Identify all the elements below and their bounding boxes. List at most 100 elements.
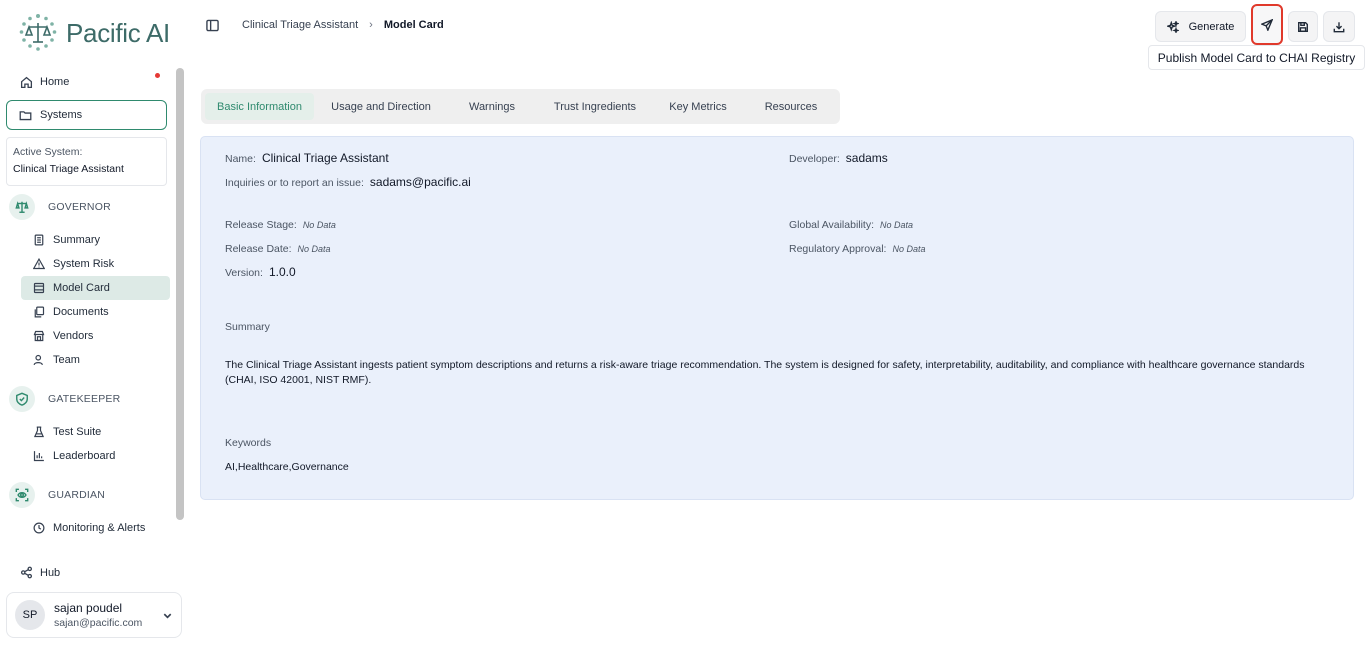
sidebar-item-summary[interactable]: Summary [21, 228, 170, 252]
sidebar-item-label: Hub [40, 566, 61, 579]
document-icon [34, 234, 44, 246]
field-release-date: Release Date: No Data [225, 243, 331, 255]
sidebar-item-team[interactable]: Team [21, 348, 170, 372]
field-version: Version: 1.0.0 [225, 265, 296, 279]
sidebar-item-label: Home [40, 76, 70, 88]
sidebar-item-label: System Risk [53, 258, 115, 270]
keywords-label: Keywords [225, 437, 272, 449]
field-value: No Data [302, 220, 336, 230]
publish-tooltip: Publish Model Card to CHAI Registry [1148, 45, 1365, 70]
model-card-panel: Name: Clinical Triage Assistant Develope… [200, 136, 1354, 500]
keywords-text: AI,Healthcare,Governance [225, 461, 349, 473]
bar-chart-icon [33, 451, 44, 462]
sidebar-item-label: Vendors [53, 330, 94, 342]
toggle-sidebar-icon[interactable] [206, 19, 219, 32]
tab-resources[interactable]: Resources [745, 93, 837, 120]
field-value: Clinical Triage Assistant [261, 151, 389, 165]
sidebar-item-model-card[interactable]: Model Card [21, 276, 170, 300]
active-system-label: Active System: [13, 146, 83, 158]
sidebar-item-documents[interactable]: Documents [21, 300, 170, 324]
sidebar-scrollbar[interactable] [176, 68, 184, 520]
flask-icon [33, 426, 45, 438]
field-value: No Data [892, 244, 926, 254]
logo-emblem-icon [19, 14, 57, 51]
breadcrumb-current: Model Card [383, 19, 444, 31]
share-icon [20, 566, 33, 579]
sidebar-item-monitoring-alerts[interactable]: Monitoring & Alerts [21, 516, 170, 540]
sidebar-item-label: Team [53, 354, 80, 366]
breadcrumb-parent[interactable]: Clinical Triage Assistant [242, 19, 358, 31]
sidebar-item-label: Summary [53, 234, 101, 246]
avatar: SP [15, 600, 45, 630]
tab-trust-ingredients[interactable]: Trust Ingredients [539, 93, 651, 120]
field-name: Name: Clinical Triage Assistant [225, 151, 389, 165]
breadcrumb-separator-icon: › [369, 19, 373, 31]
sidebar-item-label: Model Card [53, 282, 110, 294]
sidebar-item-hub[interactable]: Hub [20, 566, 60, 579]
tab-key-metrics[interactable]: Key Metrics [659, 93, 737, 120]
chevron-down-icon[interactable] [162, 610, 173, 621]
tab-warnings[interactable]: Warnings [453, 93, 531, 120]
shield-check-icon [9, 386, 35, 412]
download-button[interactable] [1323, 11, 1355, 42]
files-icon [34, 306, 45, 318]
section-title: GATEKEEPER [48, 393, 121, 405]
sidebar-item-label: Leaderboard [53, 450, 116, 462]
section-title: GOVERNOR [48, 201, 111, 213]
sparkles-icon [1166, 20, 1179, 33]
field-label: Release Date: [225, 243, 292, 255]
user-icon [33, 354, 43, 366]
sidebar-item-system-risk[interactable]: System Risk [21, 252, 170, 276]
section-title: GUARDIAN [48, 489, 106, 501]
sidebar-item-home[interactable]: Home [20, 75, 165, 89]
user-name: sajan poudel [54, 601, 123, 615]
tab-usage-and-direction[interactable]: Usage and Direction [317, 93, 445, 120]
clock-icon [33, 522, 45, 534]
field-label: Version: [225, 267, 263, 279]
generate-label: Generate [1188, 20, 1235, 33]
field-label: Global Availability: [789, 219, 875, 231]
logo-text: Pacific AI [66, 17, 170, 48]
sidebar-item-vendors[interactable]: Vendors [21, 324, 170, 348]
breadcrumb: Clinical Triage Assistant › Model Card [242, 19, 444, 31]
sidebar-item-label: Test Suite [53, 426, 102, 438]
field-inquiries: Inquiries or to report an issue: sadams@… [225, 175, 471, 189]
sidebar: Pacific AI Home Systems Active System: C… [0, 0, 188, 645]
field-label: Developer: [789, 153, 840, 165]
sidebar-item-systems[interactable]: Systems [6, 100, 167, 130]
sidebar-item-label: Monitoring & Alerts [53, 522, 146, 534]
summary-label: Summary [225, 321, 270, 333]
publish-button[interactable] [1251, 4, 1283, 45]
user-info: sajan poudel sajan@pacific.com [54, 601, 142, 629]
field-label: Regulatory Approval: [789, 243, 887, 255]
store-icon [33, 330, 45, 342]
user-menu[interactable]: SP sajan poudel sajan@pacific.com [6, 592, 182, 638]
scales-icon [9, 194, 35, 220]
sidebar-item-leaderboard[interactable]: Leaderboard [21, 444, 170, 468]
tab-bar: Basic Information Usage and Direction Wa… [201, 89, 840, 124]
warning-icon [33, 258, 45, 270]
save-button[interactable] [1288, 11, 1318, 42]
section-gatekeeper: GATEKEEPER [9, 386, 120, 412]
field-value: No Data [297, 244, 331, 254]
save-icon [1298, 21, 1308, 32]
field-value: No Data [880, 220, 914, 230]
active-system-box: Active System: Clinical Triage Assistant [6, 137, 167, 186]
sidebar-item-label: Documents [53, 306, 109, 318]
section-governor: GOVERNOR [9, 194, 111, 220]
active-system-value: Clinical Triage Assistant [13, 163, 124, 175]
field-label: Inquiries or to report an issue: [225, 177, 364, 189]
send-icon [1261, 18, 1273, 31]
generate-button[interactable]: Generate [1155, 11, 1246, 42]
home-icon [20, 76, 33, 88]
folder-icon [19, 110, 32, 120]
field-regulatory-approval: Regulatory Approval: No Data [789, 243, 926, 255]
field-global-availability: Global Availability: No Data [789, 219, 913, 231]
tab-basic-information[interactable]: Basic Information [205, 93, 314, 120]
card-icon [33, 282, 45, 294]
pacific-ai-logo[interactable]: Pacific AI [18, 13, 170, 53]
field-developer: Developer: sadams [789, 151, 888, 165]
field-value: sadams [845, 151, 888, 165]
eye-scan-icon [9, 482, 35, 508]
sidebar-item-test-suite[interactable]: Test Suite [21, 420, 170, 444]
